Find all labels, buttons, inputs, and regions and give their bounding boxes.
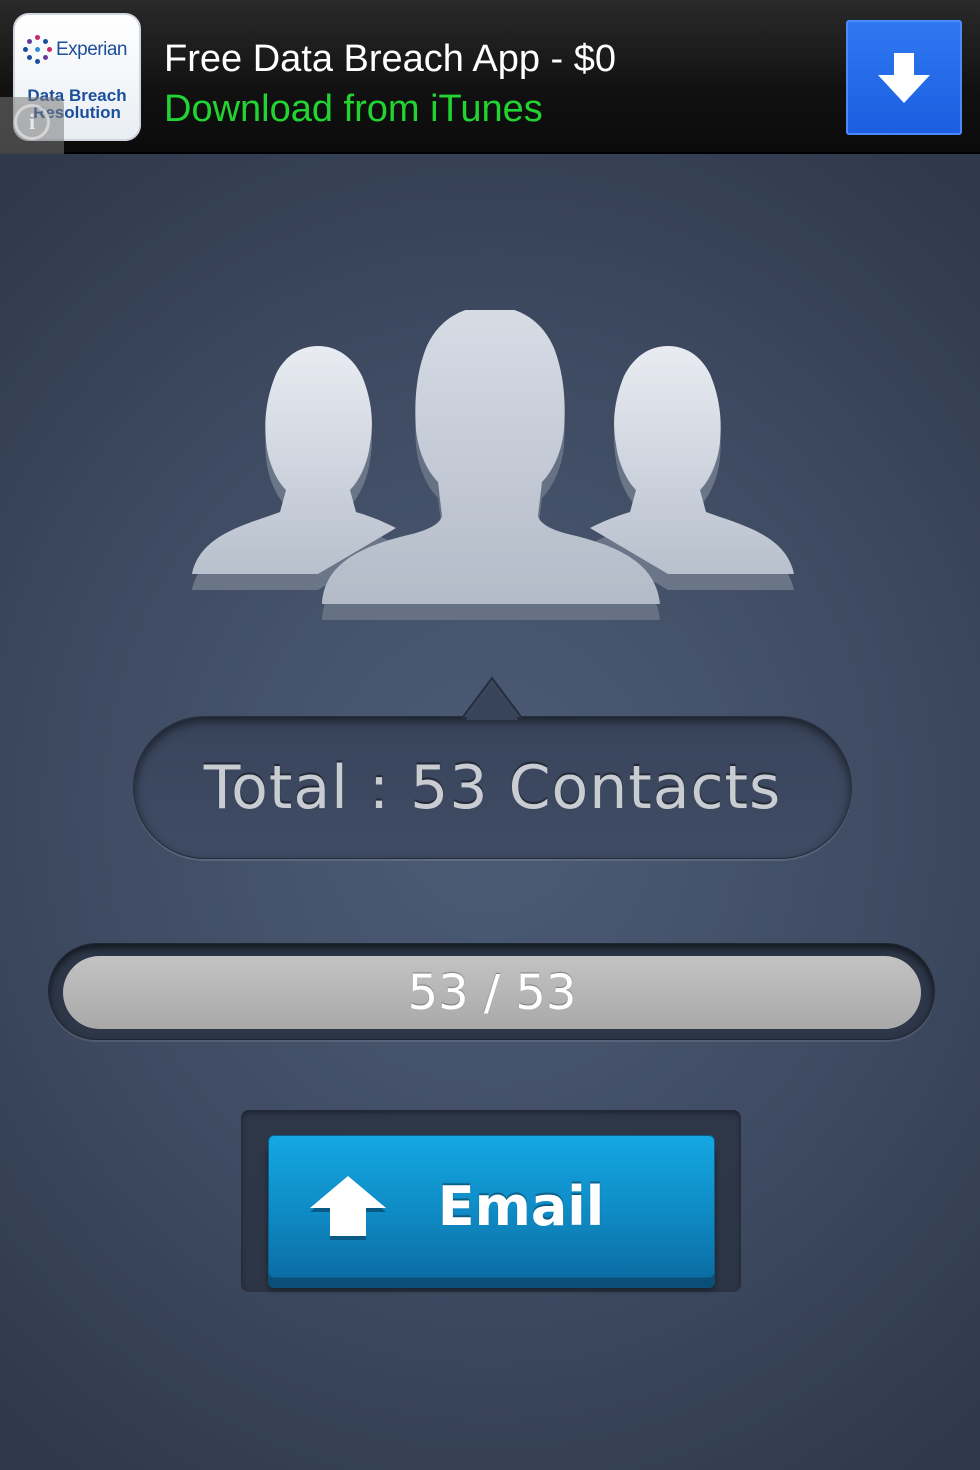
experian-logo: Experian [23, 35, 128, 65]
upload-arrow-icon [310, 1176, 386, 1240]
total-contacts-text: Total : 53 Contacts [203, 752, 782, 823]
ad-banner[interactable]: Experian Data Breach Resolution i Free D… [0, 0, 980, 154]
bubble-pointer [462, 676, 522, 720]
ad-logo-brand: Experian [56, 39, 128, 60]
arrow-down-icon [878, 52, 930, 103]
info-icon[interactable]: i [14, 104, 50, 140]
progress-text: 53 / 53 [407, 964, 577, 1021]
ad-subtitle[interactable]: Download from iTunes [164, 88, 543, 131]
ad-title[interactable]: Free Data Breach App - $0 [164, 38, 616, 81]
contact-person-center [322, 310, 660, 620]
ad-download-button[interactable] [846, 20, 962, 135]
contacts-group-icon [192, 310, 794, 620]
email-button-label[interactable]: Email [398, 1135, 644, 1278]
experian-mark-icon [23, 35, 53, 65]
